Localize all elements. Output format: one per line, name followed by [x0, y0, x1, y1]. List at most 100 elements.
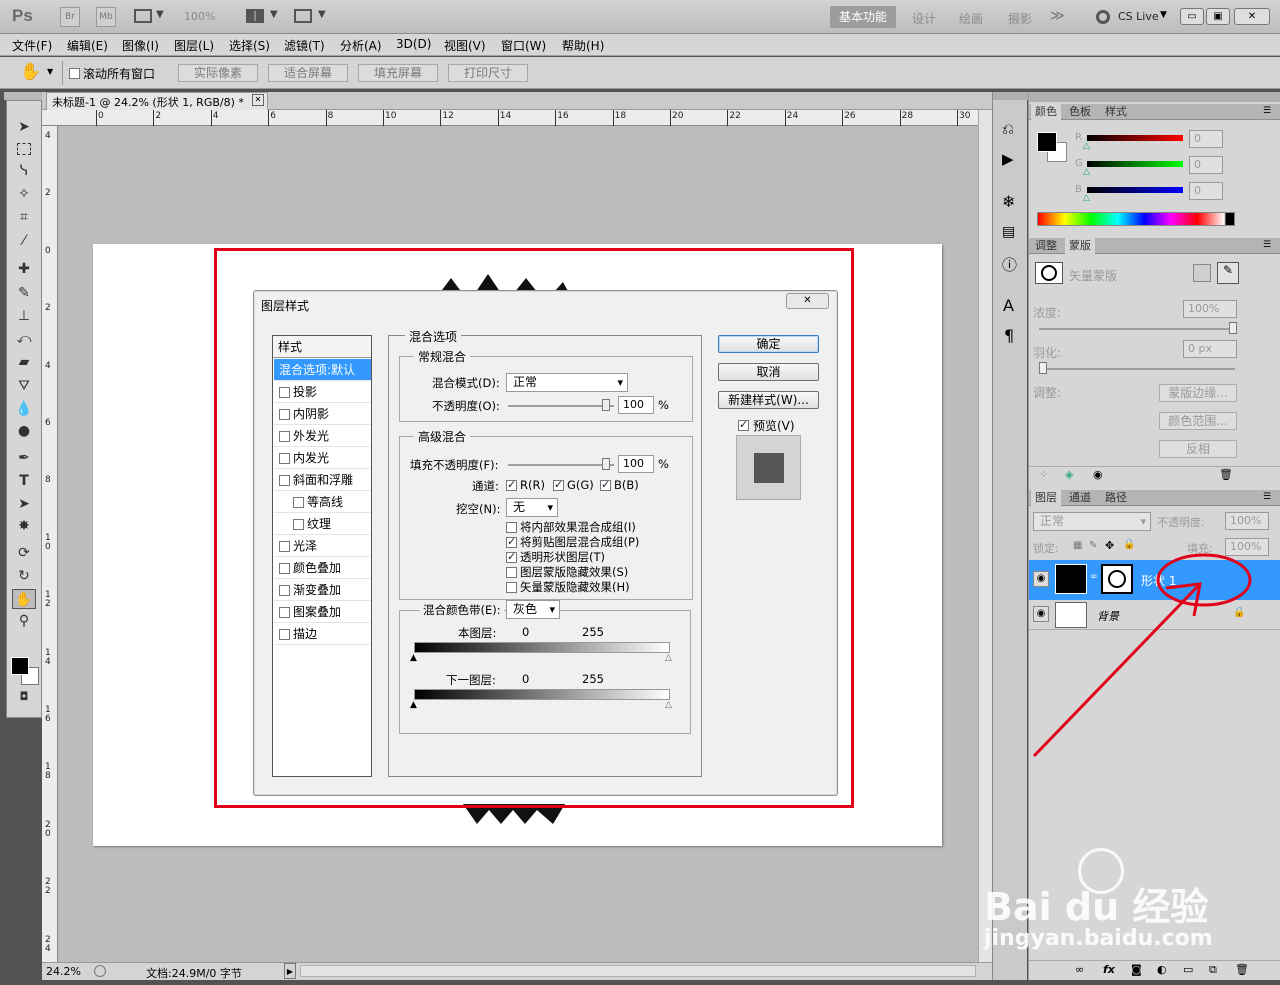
lasso-tool-icon[interactable]: ᓭ	[12, 161, 36, 181]
color-channel-field[interactable]: 0	[1189, 130, 1223, 148]
marquee-tool-icon[interactable]	[12, 139, 36, 159]
pixel-mask-icon[interactable]	[1193, 264, 1211, 282]
dodge-tool-icon[interactable]: ●	[12, 421, 36, 441]
add-mask-icon[interactable]: ◙	[1131, 963, 1142, 976]
zoom-level-select[interactable]: 100%	[184, 10, 215, 23]
color-channel-slider-knob[interactable]: △	[1083, 141, 1090, 151]
blur-tool-icon[interactable]: 💧	[12, 399, 36, 419]
style-checkbox[interactable]	[279, 607, 290, 618]
new-group-icon[interactable]: ▭	[1183, 963, 1193, 976]
style-checkbox[interactable]	[293, 519, 304, 530]
hand-tool-icon[interactable]: ✋	[20, 62, 41, 82]
brush-tool-icon[interactable]: ✎	[12, 283, 36, 303]
view-extras-icon[interactable]	[134, 9, 152, 23]
close-window-icon[interactable]: ✕	[1234, 8, 1270, 25]
color-range-button[interactable]: 颜色范围...	[1159, 412, 1237, 430]
advanced-option-checkbox[interactable]	[506, 567, 517, 578]
status-info-icon[interactable]	[94, 965, 106, 977]
style-checkbox[interactable]	[279, 585, 290, 596]
menu-edit[interactable]: 编辑(E)	[67, 37, 108, 54]
cancel-button[interactable]: 取消	[718, 363, 819, 381]
fill-screen-button[interactable]: 填充屏幕	[358, 64, 438, 82]
advanced-option-checkbox[interactable]	[506, 550, 517, 563]
style-item[interactable]: 颜色叠加	[274, 557, 371, 579]
path-selection-tool-icon[interactable]: ➤	[12, 494, 36, 514]
feather-field[interactable]: 0 px	[1183, 340, 1237, 358]
style-item[interactable]: 纹理	[274, 513, 371, 535]
style-checkbox[interactable]	[279, 563, 290, 574]
fit-screen-button[interactable]: 适合屏幕	[268, 64, 348, 82]
3d-orbit-tool-icon[interactable]: ↻	[12, 566, 36, 586]
tab-channels[interactable]: 通道	[1065, 490, 1095, 506]
paragraph-panel-icon[interactable]: ¶	[1004, 326, 1014, 345]
panel-menu-icon[interactable]: ☰	[1263, 492, 1271, 502]
style-checkbox[interactable]	[279, 541, 290, 552]
chevron-down-icon[interactable]: ▼	[47, 67, 53, 76]
tab-layers[interactable]: 图层	[1031, 490, 1061, 506]
vector-mask-icon[interactable]: ✎	[1217, 262, 1239, 284]
color-channel-slider[interactable]	[1087, 135, 1183, 141]
style-checkbox[interactable]	[279, 387, 290, 398]
3d-rotate-tool-icon[interactable]: ⟳	[12, 543, 36, 563]
fill-opacity-field[interactable]: 100	[618, 455, 654, 473]
density-field[interactable]: 100%	[1183, 300, 1237, 318]
delete-mask-icon[interactable]: 🗑	[1219, 468, 1233, 481]
ok-button[interactable]: 确定	[718, 335, 819, 353]
style-checkbox[interactable]	[293, 497, 304, 508]
advanced-option-checkbox[interactable]	[506, 582, 517, 593]
style-checkbox[interactable]	[279, 475, 290, 486]
style-checkbox[interactable]	[279, 431, 290, 442]
channel-r-checkbox[interactable]	[506, 478, 517, 492]
density-slider[interactable]	[1039, 322, 1237, 334]
channel-b-checkbox[interactable]	[600, 478, 611, 492]
clone-stamp-tool-icon[interactable]: ⊥	[12, 306, 36, 326]
chevron-down-icon[interactable]: ▼	[156, 9, 164, 20]
magic-wand-tool-icon[interactable]: ✧	[12, 184, 36, 204]
style-item[interactable]: 混合选项:默认	[274, 359, 371, 381]
advanced-option[interactable]: 将内部效果混合成组(I)	[506, 519, 636, 535]
color-channel-field[interactable]: 0	[1189, 156, 1223, 174]
status-menu-arrow-icon[interactable]: ▶	[284, 963, 296, 979]
opacity-slider-knob[interactable]	[602, 399, 610, 411]
lock-image-icon[interactable]: ✎	[1089, 540, 1097, 551]
close-icon[interactable]: ✕	[786, 293, 829, 309]
style-item[interactable]: 内阴影	[274, 403, 371, 425]
menu-file[interactable]: 文件(F)	[12, 37, 52, 54]
layer-row-shape[interactable]: ◉ ∞ 形状 1	[1029, 560, 1280, 600]
knockout-select[interactable]: 无	[506, 498, 558, 517]
color-channel-field[interactable]: 0	[1189, 182, 1223, 200]
history-panel-icon[interactable]: ⎌	[1002, 120, 1014, 138]
feather-slider-knob[interactable]	[1039, 362, 1047, 374]
opacity-slider[interactable]	[508, 399, 614, 411]
this-layer-gradient[interactable]	[414, 642, 670, 653]
layer-name[interactable]: 形状 1	[1141, 572, 1176, 589]
mini-bridge-button[interactable]: Mb	[96, 7, 116, 27]
fill-field[interactable]: 100%	[1225, 538, 1269, 556]
density-slider-knob[interactable]	[1229, 322, 1237, 334]
menu-3d[interactable]: 3D(D)	[396, 37, 431, 51]
restore-window-icon[interactable]: ▣	[1206, 8, 1230, 25]
advanced-option-checkbox[interactable]	[506, 522, 517, 533]
eyedropper-tool-icon[interactable]: ⁄	[12, 231, 36, 251]
menu-view[interactable]: 视图(V)	[444, 37, 486, 54]
new-layer-icon[interactable]: ⧉	[1209, 963, 1217, 977]
close-tab-icon[interactable]: ✕	[252, 94, 264, 106]
cs-live-menu[interactable]: CS Live	[1118, 10, 1159, 23]
tab-swatches[interactable]: 色板	[1065, 104, 1095, 120]
fill-opacity-slider[interactable]	[508, 458, 614, 470]
zoom-field[interactable]: 24.2%	[46, 965, 86, 978]
menu-analysis[interactable]: 分析(A)	[340, 37, 382, 54]
crop-tool-icon[interactable]: ⌗	[12, 207, 36, 227]
style-item[interactable]: 投影	[274, 381, 371, 403]
advanced-option[interactable]: 透明形状图层(T)	[506, 549, 605, 565]
style-item[interactable]: 光泽	[274, 535, 371, 557]
color-spectrum-bar[interactable]	[1037, 212, 1235, 226]
style-item[interactable]: 外发光	[274, 425, 371, 447]
fx-icon[interactable]: fx	[1103, 963, 1115, 976]
link-icon[interactable]: ∞	[1090, 572, 1098, 582]
adjustment-layer-icon[interactable]: ◐	[1157, 963, 1167, 976]
move-tool-icon[interactable]: ➤	[12, 117, 36, 137]
mask-edge-button[interactable]: 蒙版边缘...	[1159, 384, 1237, 402]
bridge-button[interactable]: Br	[60, 7, 80, 27]
color-channel-slider-knob[interactable]: △	[1083, 193, 1090, 203]
